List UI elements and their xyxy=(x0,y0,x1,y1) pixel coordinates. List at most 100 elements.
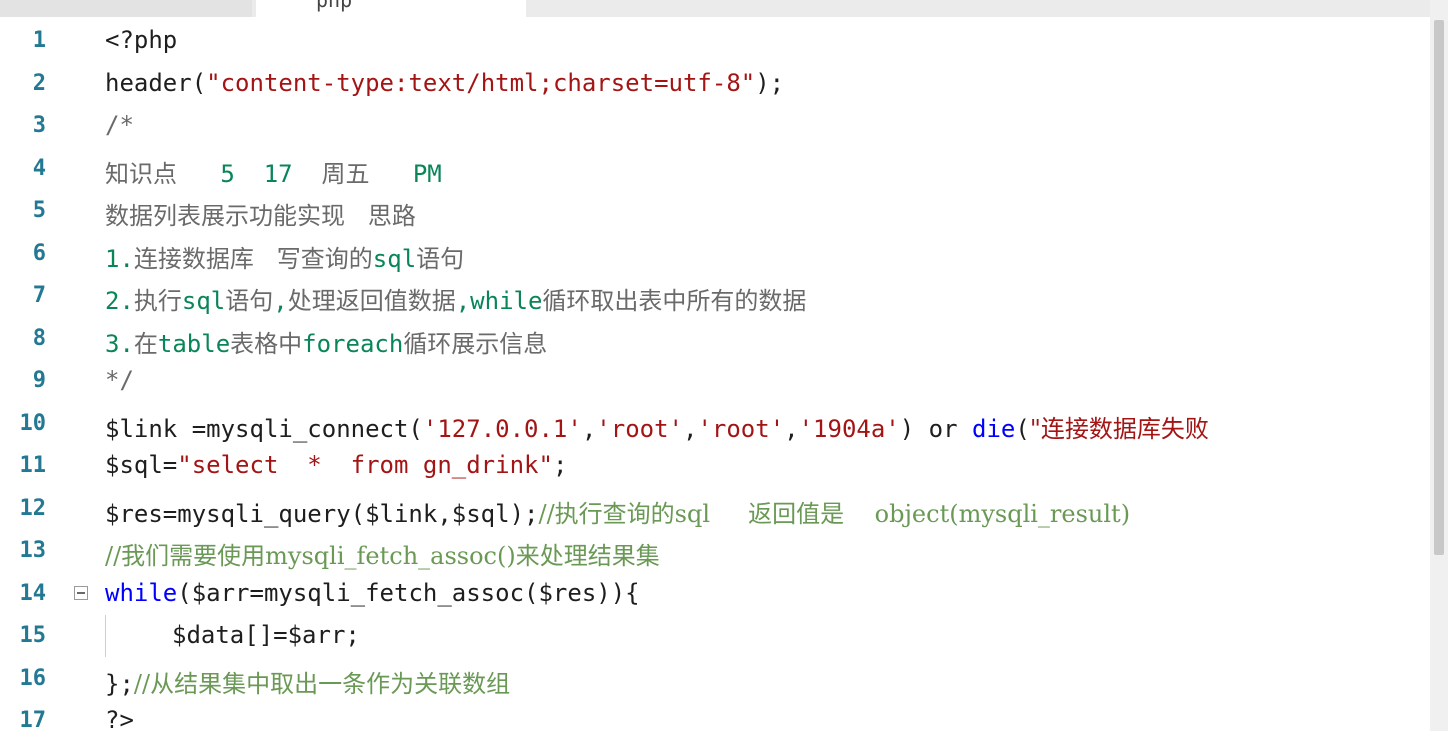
code-token: ) or xyxy=(899,414,973,443)
fold-toggle-icon[interactable] xyxy=(74,585,88,600)
code-line[interactable]: 6 1.连接数据库 写查询的sql语句 xyxy=(0,233,1430,275)
line-number: 13 xyxy=(19,538,47,563)
code-text: $link =mysqli_connect('127.0.0.1','root'… xyxy=(105,409,1209,444)
code-token: , xyxy=(683,414,698,443)
code-line[interactable]: 8 3.在table表格中foreach循环展示信息 xyxy=(0,318,1430,360)
line-number: 16 xyxy=(19,665,47,691)
code-token: */ xyxy=(105,366,134,394)
code-token: header( xyxy=(105,68,207,97)
code-token: , xyxy=(273,287,288,315)
code-token: foreach xyxy=(302,329,404,358)
code-line[interactable]: 10 $link =mysqli_connect('127.0.0.1','roo… xyxy=(0,403,1430,445)
code-token: 执行 xyxy=(133,287,182,315)
code-token: "content-type:text/html;charset=utf-8" xyxy=(206,68,756,97)
code-line[interactable]: 17 ?> xyxy=(0,700,1430,731)
code-token: 数据列表展示功能实现 思路 xyxy=(105,202,416,230)
code-token: 'root' xyxy=(697,414,785,443)
code-token: //我们需要使用mysqli_fetch_assoc()来处理结果集 xyxy=(105,542,660,570)
code-line[interactable]: 2 header("content-type:text/html;charset=… xyxy=(0,63,1430,105)
code-token: , xyxy=(784,414,799,443)
tab-active[interactable]: php xyxy=(256,0,526,17)
code-token: sql xyxy=(181,287,226,315)
code-text: //我们需要使用mysqli_fetch_assoc()来处理结果集 xyxy=(105,536,660,571)
line-number: 7 xyxy=(32,283,46,308)
tab-bar: php xyxy=(0,0,1430,17)
code-token: "连接数据库失败 xyxy=(1029,414,1209,443)
code-token: 'root' xyxy=(596,414,683,443)
code-line[interactable]: 3 /* xyxy=(0,105,1430,147)
code-token: 连接数据库 写查询的 xyxy=(133,244,373,273)
code-text: $data[]=$arr; xyxy=(172,621,360,649)
code-token: //执行查询的sql 返回值是 object(mysqli_result) xyxy=(538,499,1131,528)
code-text: header("content-type:text/html;charset=u… xyxy=(105,69,784,97)
code-token: <?php xyxy=(105,26,178,54)
code-text: $res=mysqli_query($link,$sql);//执行查询的sql… xyxy=(105,494,1130,529)
code-text: 数据列表展示功能实现 思路 xyxy=(105,196,416,231)
code-line[interactable]: 14 while($arr=mysqli_fetch_assoc($res)){ xyxy=(0,573,1430,615)
code-area[interactable]: 1 <?php 2 header("content-type:text/html;ch… xyxy=(0,20,1430,731)
indent-guide xyxy=(105,615,106,657)
code-token: $sql= xyxy=(105,451,178,479)
tab-inactive[interactable] xyxy=(0,0,252,17)
code-token: $res=mysqli_query($link,$sql); xyxy=(105,499,539,528)
line-number: 8 xyxy=(32,325,46,351)
line-number: 12 xyxy=(19,495,47,521)
code-token: 循环取出表中所有的数据 xyxy=(542,287,807,315)
code-line[interactable]: 5 数据列表展示功能实现 思路 xyxy=(0,190,1430,232)
code-line[interactable]: 16};//从结果集中取出一条作为关联数组 xyxy=(0,658,1430,700)
code-editor: php 1 <?php 2 header("content-type:text/htm… xyxy=(0,0,1448,731)
code-token: $link =mysqli_connect( xyxy=(105,414,423,443)
line-number: 2 xyxy=(32,70,46,96)
code-line[interactable]: 1 <?php xyxy=(0,20,1430,62)
code-token: 2. xyxy=(105,287,134,315)
code-token: sql xyxy=(372,244,417,273)
code-token: //从结果集中取出一条作为关联数组 xyxy=(133,669,511,698)
code-text: 1.连接数据库 写查询的sql语句 xyxy=(105,239,464,274)
code-token: table xyxy=(157,329,231,358)
code-token: ,while xyxy=(455,287,543,315)
code-line[interactable]: 9 */ xyxy=(0,360,1430,402)
code-token: '127.0.0.1' xyxy=(422,414,582,443)
code-token: 表格中 xyxy=(230,329,303,358)
code-text: ?> xyxy=(105,706,134,731)
line-number: 14 xyxy=(19,580,47,606)
code-token: 1. xyxy=(105,244,134,273)
code-token: 3. xyxy=(105,329,134,358)
code-token: 5 17 xyxy=(177,159,322,188)
code-token: 循环展示信息 xyxy=(403,329,548,358)
code-line[interactable]: 13 //我们需要使用mysqli_fetch_assoc()来处理结果集 xyxy=(0,530,1430,572)
code-token: 在 xyxy=(133,329,158,358)
code-text: $sql="select * from gn_drink"; xyxy=(105,451,567,479)
code-token: 语句 xyxy=(416,244,465,273)
code-line[interactable]: 4 知识点 5 17 周五 PM xyxy=(0,148,1430,190)
code-token: 语句 xyxy=(225,287,274,315)
code-token: ); xyxy=(755,68,785,97)
code-token: /* xyxy=(105,111,134,139)
code-token: 知识点 xyxy=(105,159,177,188)
code-token: ( xyxy=(1015,414,1030,443)
code-text: /* xyxy=(105,111,134,139)
code-text: 3.在table表格中foreach循环展示信息 xyxy=(105,324,547,359)
line-number: 17 xyxy=(19,708,47,731)
line-number: 9 xyxy=(32,368,46,393)
line-number: 5 xyxy=(32,198,46,223)
code-token: 处理返回值数据 xyxy=(287,287,456,315)
scrollbar-thumb[interactable] xyxy=(1434,20,1444,555)
vertical-scrollbar[interactable] xyxy=(1430,0,1448,731)
code-token: while xyxy=(105,578,178,607)
code-line[interactable]: 15 $data[]=$arr; xyxy=(0,615,1430,657)
code-token: ($arr=mysqli_fetch_assoc($res)){ xyxy=(177,578,640,607)
code-token: ; xyxy=(552,451,568,479)
code-text: while($arr=mysqli_fetch_assoc($res)){ xyxy=(105,579,640,607)
line-number: 1 xyxy=(32,28,46,53)
code-token: }; xyxy=(105,669,134,698)
code-line[interactable]: 11 $sql="select * from gn_drink"; xyxy=(0,445,1430,487)
code-line[interactable]: 7 2.执行sql语句,处理返回值数据,while循环取出表中所有的数据 xyxy=(0,275,1430,317)
code-token: PM xyxy=(369,159,442,188)
line-number: 15 xyxy=(19,623,47,648)
code-text: };//从结果集中取出一条作为关联数组 xyxy=(105,664,510,699)
code-line[interactable]: 12 $res=mysqli_query($link,$sql);//执行查询的s… xyxy=(0,488,1430,530)
code-text: 知识点 5 17 周五 PM xyxy=(105,154,442,189)
code-token: die xyxy=(972,414,1016,443)
line-number: 10 xyxy=(19,410,47,436)
